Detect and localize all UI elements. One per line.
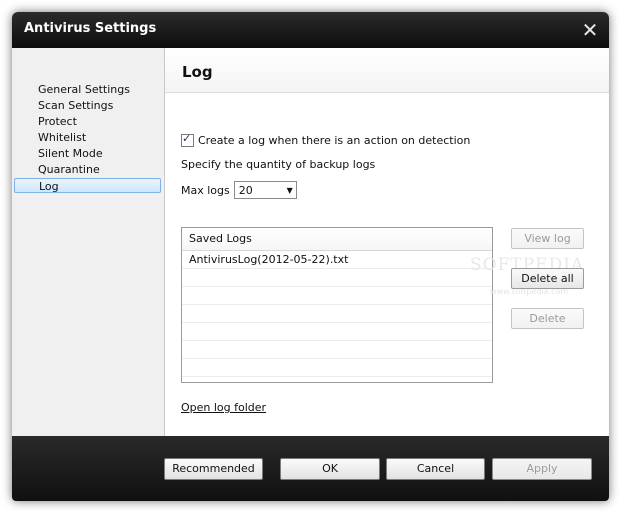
list-item-empty	[182, 359, 492, 377]
window-title: Antivirus Settings	[24, 21, 157, 36]
saved-logs-header: Saved Logs	[182, 228, 492, 251]
check-icon: ✓	[182, 132, 192, 145]
create-log-option[interactable]: ✓ Create a log when there is an action o…	[181, 132, 471, 148]
log-settings-content: ✓ Create a log when there is an action o…	[165, 93, 609, 436]
sidebar-item-whitelist[interactable]: Whitelist	[14, 130, 161, 145]
ok-button[interactable]: OK	[280, 458, 380, 480]
list-item-empty	[182, 341, 492, 359]
footer-bar: Recommended OK Cancel Apply	[12, 436, 609, 501]
sidebar-item-log[interactable]: Log	[14, 178, 161, 193]
list-item-empty	[182, 287, 492, 305]
sidebar-item-protect[interactable]: Protect	[14, 114, 161, 129]
page-title: Log	[182, 63, 213, 81]
max-logs-value: 20	[238, 184, 253, 197]
panel-header: Log	[165, 48, 609, 93]
saved-logs-list[interactable]: Saved Logs AntivirusLog(2012-05-22).txt	[181, 227, 493, 383]
chevron-down-icon[interactable]: ▼	[287, 186, 293, 195]
title-bar: Antivirus Settings ✕	[12, 12, 609, 48]
sidebar-item-silent-mode[interactable]: Silent Mode	[14, 146, 161, 161]
list-item-empty	[182, 305, 492, 323]
max-logs-select[interactable]: 20 ▼	[233, 181, 297, 199]
recommended-button[interactable]: Recommended	[164, 458, 263, 480]
close-icon[interactable]: ✕	[578, 17, 602, 43]
sidebar: General Settings Scan Settings Protect W…	[12, 48, 165, 436]
create-log-checkbox[interactable]: ✓	[181, 132, 194, 147]
delete-all-button[interactable]: Delete all	[511, 268, 584, 289]
sidebar-item-quarantine[interactable]: Quarantine	[14, 162, 161, 177]
settings-window: Antivirus Settings ✕ General Settings Sc…	[12, 12, 609, 501]
list-item-empty	[182, 269, 492, 287]
max-logs-label: Max logs	[181, 183, 230, 197]
backup-logs-label: Specify the quantity of backup logs	[181, 158, 376, 171]
sidebar-item-scan-settings[interactable]: Scan Settings	[14, 98, 161, 113]
open-log-folder-link[interactable]: Open log folder	[181, 401, 266, 414]
apply-button[interactable]: Apply	[492, 458, 592, 480]
create-log-label: Create a log when there is an action on …	[198, 134, 471, 147]
list-item[interactable]: AntivirusLog(2012-05-22).txt	[182, 251, 492, 269]
cancel-button[interactable]: Cancel	[386, 458, 485, 480]
list-item-empty	[182, 323, 492, 341]
delete-button[interactable]: Delete	[511, 308, 584, 329]
sidebar-item-general-settings[interactable]: General Settings	[14, 82, 161, 97]
view-log-button[interactable]: View log	[511, 228, 584, 249]
max-logs-row: Max logs 20 ▼	[181, 180, 297, 200]
